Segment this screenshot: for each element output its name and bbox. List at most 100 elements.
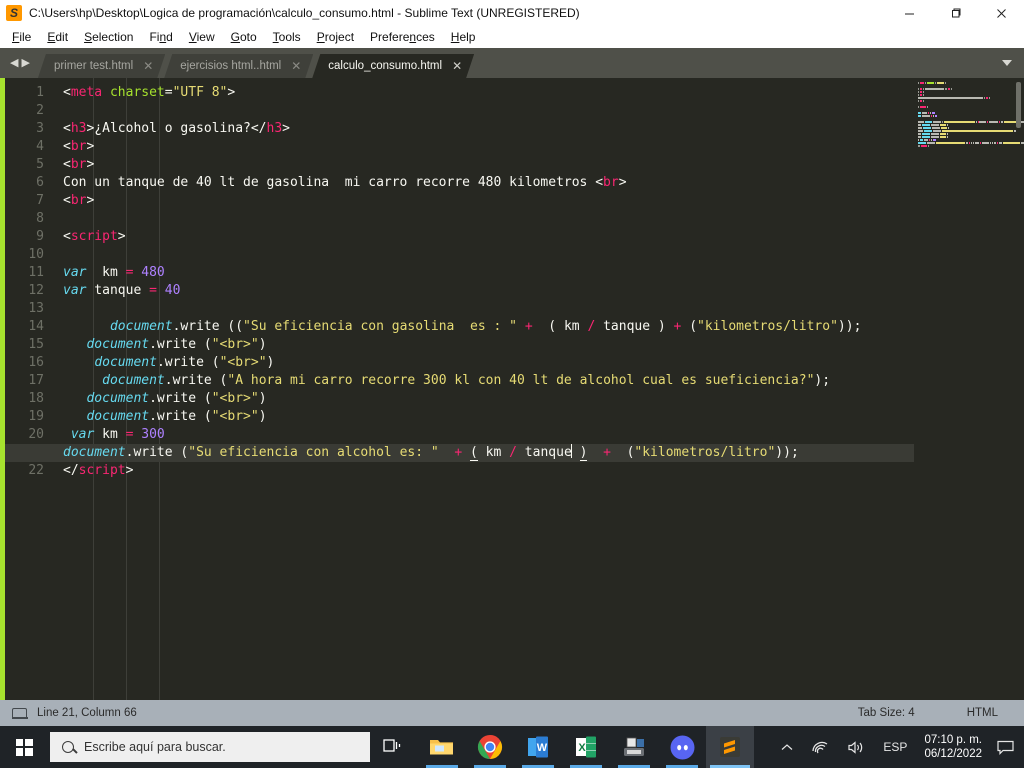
menu-help[interactable]: Help	[443, 28, 484, 46]
minimap-token	[945, 82, 946, 84]
tab-overflow-button[interactable]	[990, 48, 1024, 78]
code-line[interactable]: </script>	[53, 462, 1024, 480]
close-button[interactable]	[978, 0, 1024, 26]
start-button[interactable]	[0, 726, 48, 768]
code-token: <	[63, 229, 71, 244]
menu-file[interactable]: File	[4, 28, 39, 46]
code-line[interactable]: <script>	[53, 228, 1024, 246]
minimap-token	[932, 112, 935, 114]
code-line[interactable]: document.write (("Su eficiencia con gaso…	[53, 318, 1024, 336]
tab-prev-arrow-icon[interactable]: ◀	[10, 57, 18, 69]
code-content[interactable]: <meta charset="UTF 8"> <h3>¿Alcohol o ga…	[53, 78, 1024, 700]
file-explorer-button[interactable]	[418, 726, 466, 768]
minimap-token	[982, 142, 990, 144]
tab-scroll-arrows[interactable]: ◀ ▶	[4, 48, 38, 78]
code-line[interactable]	[53, 210, 1024, 228]
editor-area[interactable]: 12345678910111213141516171819202122 <met…	[0, 78, 1024, 700]
sublime-text-button[interactable]	[706, 726, 754, 768]
sublime-text-icon	[720, 737, 740, 757]
code-line[interactable]: document.write ("<br>")	[53, 354, 1024, 372]
minimap-token	[931, 133, 939, 135]
code-line[interactable]: <br>	[53, 156, 1024, 174]
code-token: Con un tanque de 40 lt de gasolina mi ca…	[63, 175, 596, 190]
line-number: 22	[28, 463, 44, 478]
menu-view[interactable]: View	[181, 28, 223, 46]
tab-size-indicator[interactable]: Tab Size: 4	[832, 707, 941, 719]
minimap-token	[987, 121, 988, 123]
code-line[interactable]: <br>	[53, 138, 1024, 156]
clock-time: 07:10 p. m.	[924, 734, 982, 746]
notification-center-button[interactable]	[990, 726, 1020, 768]
minimap-token	[980, 142, 982, 144]
tab-close-icon[interactable]: ✕	[452, 60, 462, 72]
code-line[interactable]: document.write ("Su eficiencia con alcoh…	[53, 444, 1024, 462]
cursor-position: Line 21, Column 66	[37, 707, 137, 719]
tab-ejercisios-html[interactable]: ejercisios html..html ✕	[164, 54, 313, 78]
tab-primer-test[interactable]: primer test.html ✕	[38, 54, 165, 78]
minimap-token	[918, 130, 923, 132]
code-line[interactable]: <h3>¿Alcohol o gasolina?</h3>	[53, 120, 1024, 138]
sidebar-toggle-icon[interactable]	[11, 707, 28, 719]
pos-printer-button[interactable]	[610, 726, 658, 768]
taskbar-search-input[interactable]: Escribe aquí para buscar.	[50, 732, 370, 762]
wifi-icon	[812, 741, 828, 753]
menu-tools[interactable]: Tools	[265, 28, 309, 46]
code-line[interactable]: var tanque = 40	[53, 282, 1024, 300]
menu-selection[interactable]: Selection	[76, 28, 141, 46]
code-line[interactable]: var km = 300	[53, 426, 1024, 444]
line-number: 6	[36, 175, 44, 190]
language-indicator[interactable]: ESP	[874, 726, 916, 768]
code-line[interactable]: document.write ("A hora mi carro recorre…	[53, 372, 1024, 390]
code-line[interactable]: <br>	[53, 192, 1024, 210]
clock[interactable]: 07:10 p. m. 06/12/2022	[916, 726, 990, 768]
menu-edit[interactable]: Edit	[39, 28, 76, 46]
code-token: br	[70, 139, 87, 154]
minimize-button[interactable]	[886, 0, 932, 26]
minimap-scrollbar[interactable]	[1016, 82, 1021, 128]
minimap-token	[931, 139, 932, 141]
menu-preferences[interactable]: Preferences	[362, 28, 443, 46]
discord-button[interactable]	[658, 726, 706, 768]
code-token: "<br>"	[219, 355, 267, 370]
wifi-button[interactable]	[802, 726, 838, 768]
clock-date: 06/12/2022	[924, 748, 982, 760]
syntax-indicator[interactable]: HTML	[941, 707, 1024, 719]
code-line[interactable]: <meta charset="UTF 8">	[53, 84, 1024, 102]
line-number: 1	[36, 85, 44, 100]
volume-button[interactable]	[838, 726, 874, 768]
minimap-token	[971, 142, 973, 144]
code-token: 300	[141, 427, 165, 442]
code-line[interactable]: document.write ("<br>")	[53, 336, 1024, 354]
code-line[interactable]: Con un tanque de 40 lt de gasolina mi ca…	[53, 174, 1024, 192]
pos-printer-icon	[624, 737, 644, 756]
menu-goto[interactable]: Goto	[223, 28, 265, 46]
minimap-token	[925, 88, 944, 90]
minimap-token	[943, 121, 975, 123]
microsoft-excel-button[interactable]: X	[562, 726, 610, 768]
code-line[interactable]: document.write ("<br>")	[53, 408, 1024, 426]
code-token: )	[266, 355, 275, 370]
code-line[interactable]	[53, 300, 1024, 318]
code-token: >	[227, 85, 236, 100]
minimap[interactable]	[914, 78, 1024, 700]
minimap-token	[937, 82, 944, 84]
menu-project[interactable]: Project	[309, 28, 362, 46]
google-chrome-button[interactable]	[466, 726, 514, 768]
show-hidden-icons-chevron[interactable]	[772, 726, 802, 768]
tab-close-icon[interactable]: ✕	[291, 60, 301, 72]
code-line[interactable]	[53, 102, 1024, 120]
tab-next-arrow-icon[interactable]: ▶	[21, 57, 29, 69]
minimap-token	[935, 115, 937, 117]
code-line[interactable]: var km = 480	[53, 264, 1024, 282]
line-number: 17	[28, 373, 44, 388]
menu-find[interactable]: Find	[141, 28, 180, 46]
code-line[interactable]: document.write ("<br>")	[53, 390, 1024, 408]
tab-close-icon[interactable]: ✕	[143, 60, 153, 72]
maximize-button[interactable]	[932, 0, 978, 26]
tab-calculo-consumo[interactable]: calculo_consumo.html ✕	[312, 54, 474, 78]
line-number: 20	[28, 427, 44, 442]
task-view-button[interactable]	[370, 726, 418, 768]
code-line[interactable]	[53, 246, 1024, 264]
microsoft-word-button[interactable]: W	[514, 726, 562, 768]
